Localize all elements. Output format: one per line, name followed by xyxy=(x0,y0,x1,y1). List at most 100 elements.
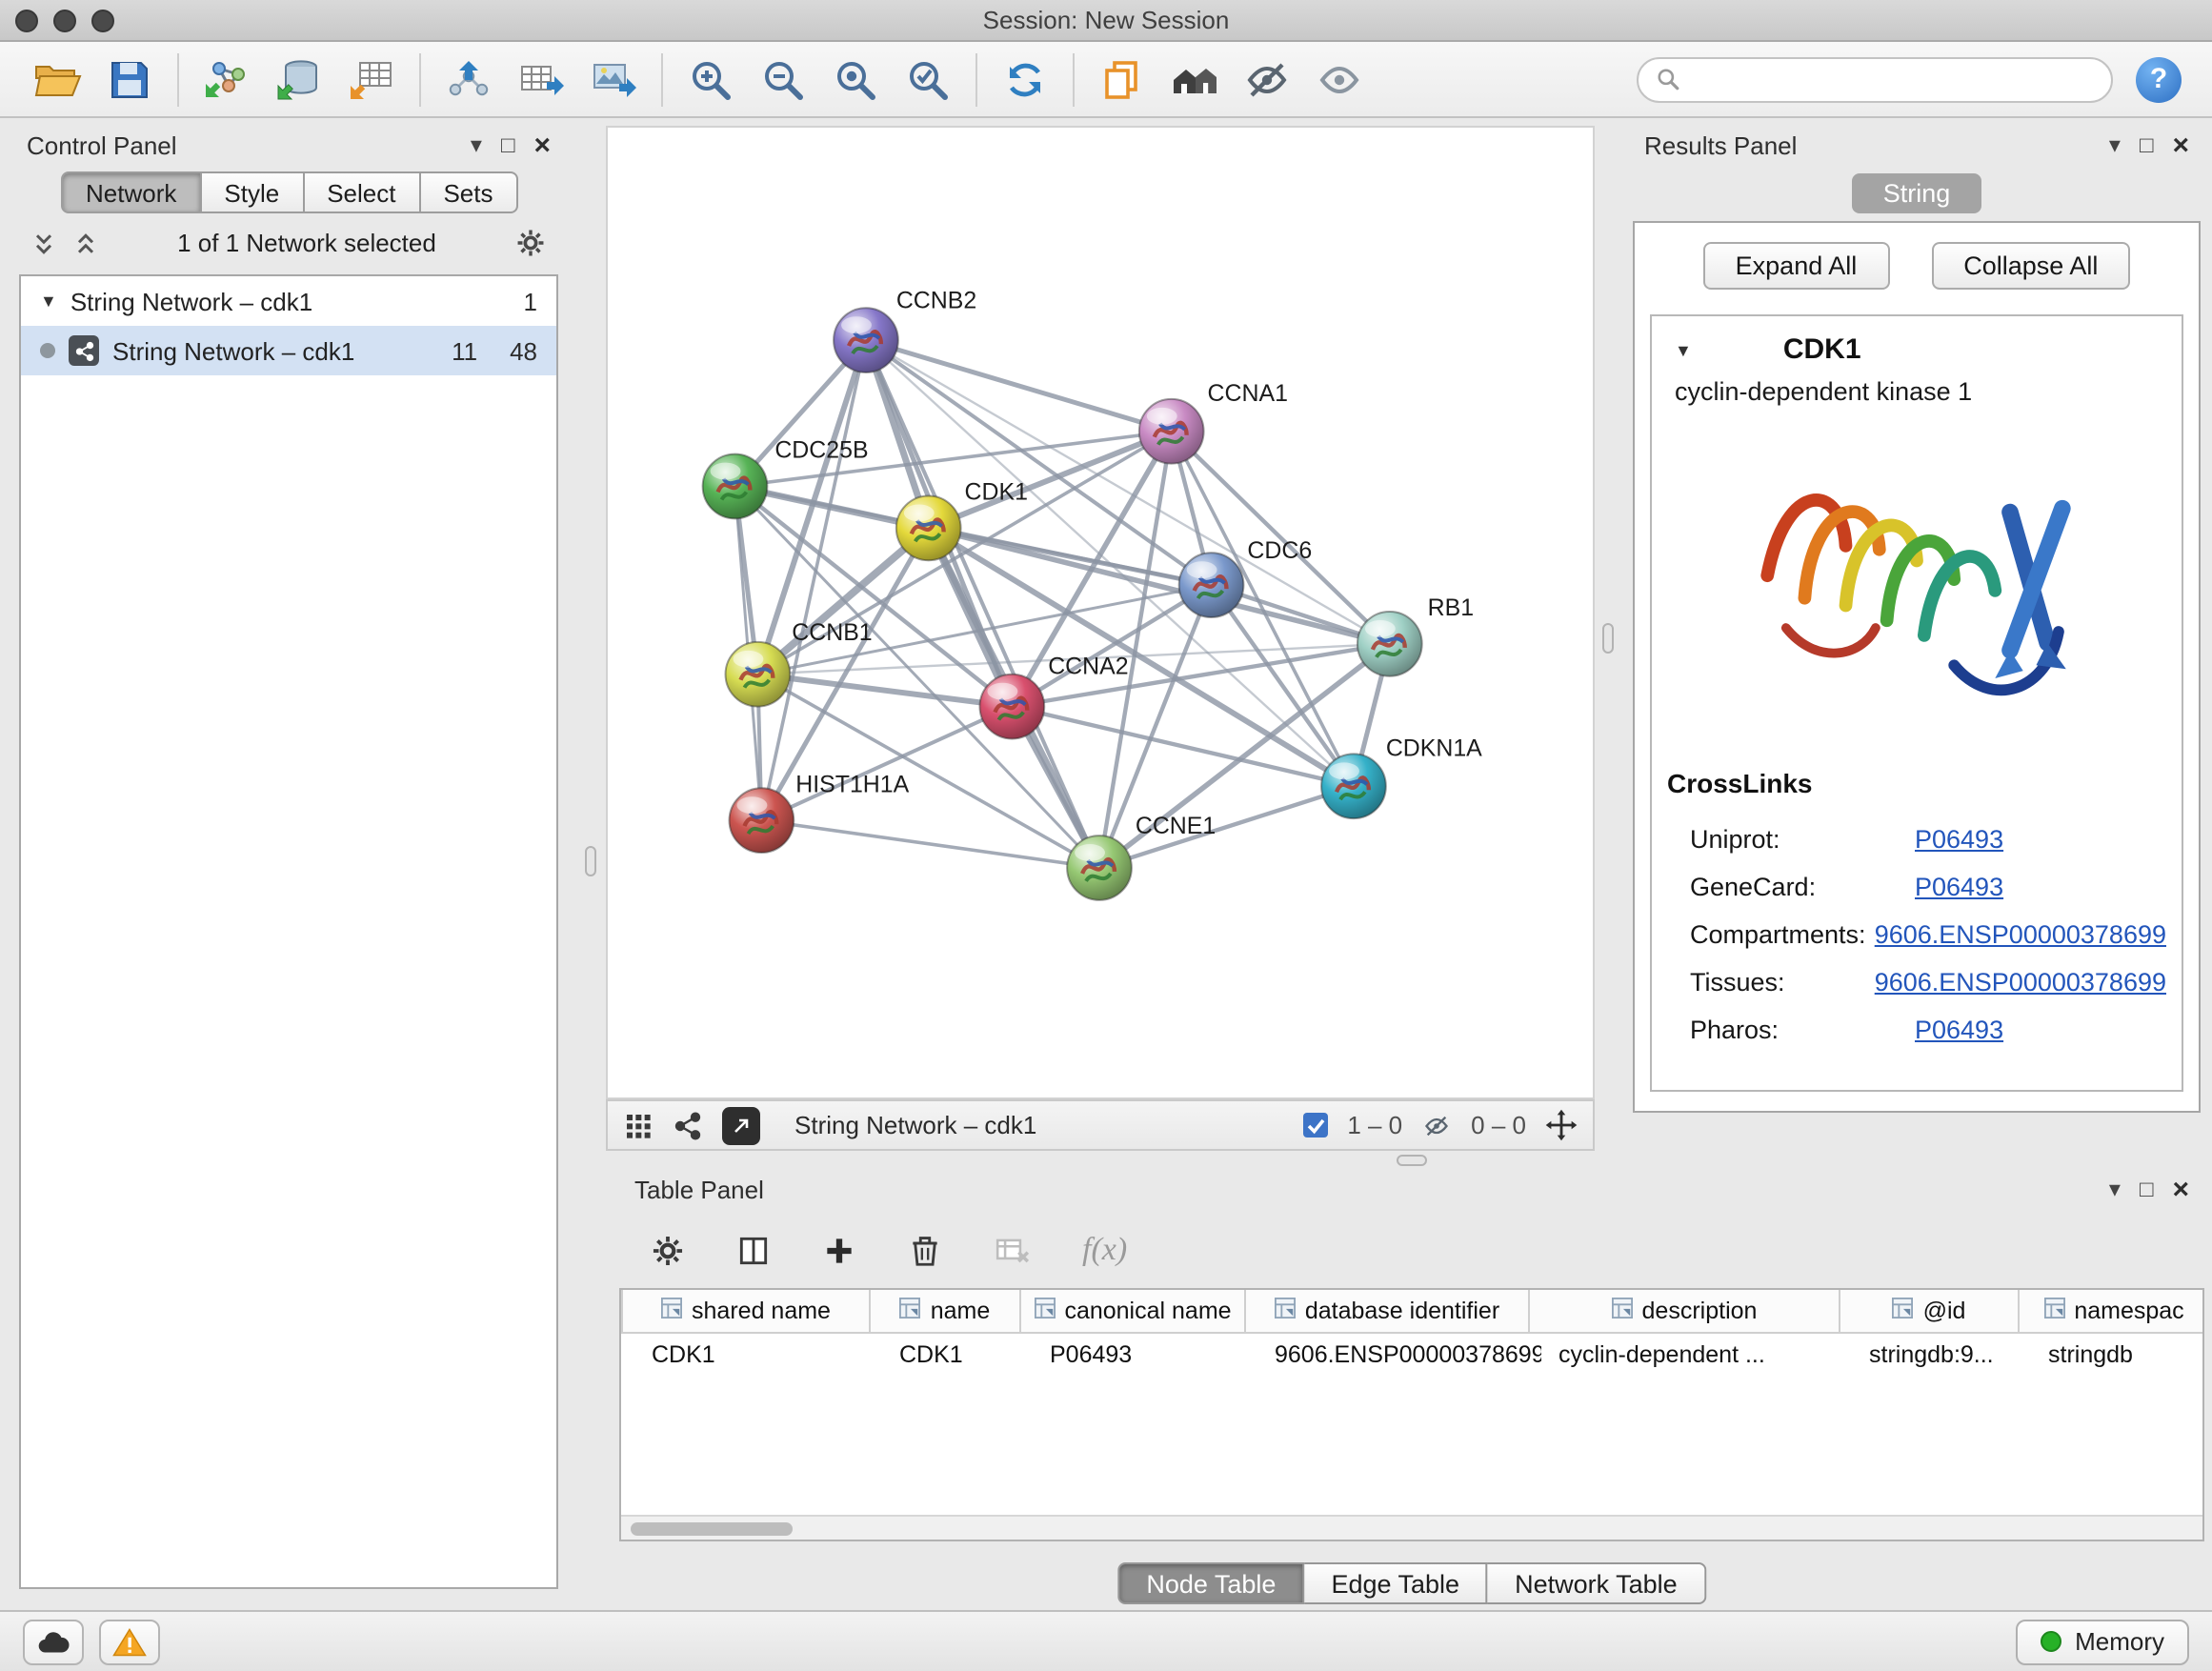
apply-layout-icon[interactable] xyxy=(991,49,1059,110)
tab-select[interactable]: Select xyxy=(304,171,420,213)
selected-checkbox-icon[interactable] xyxy=(1303,1113,1328,1137)
crosslink-link[interactable]: 9606.ENSP00000378699 xyxy=(1875,920,2166,949)
tab-network-table[interactable]: Network Table xyxy=(1488,1562,1706,1604)
home-view-icon[interactable] xyxy=(1160,49,1229,110)
export-image-icon[interactable] xyxy=(579,49,648,110)
network-node-CDKN1A[interactable]: CDKN1A xyxy=(1321,735,1482,818)
memory-label: Memory xyxy=(2075,1627,2164,1656)
column-header[interactable]: description xyxy=(1530,1290,1840,1332)
network-node-CDC25B[interactable]: CDC25B xyxy=(703,437,869,519)
import-table-file-icon[interactable] xyxy=(337,49,406,110)
node-label: HIST1H1A xyxy=(795,771,909,797)
share-network-icon[interactable] xyxy=(673,1110,703,1140)
panel-close-icon[interactable]: × xyxy=(533,131,551,159)
panel-float-icon[interactable]: □ xyxy=(2140,1178,2154,1200)
column-header[interactable]: shared name xyxy=(623,1290,871,1332)
zoom-out-icon[interactable] xyxy=(749,49,817,110)
crosslink-link[interactable]: 9606.ENSP00000378699 xyxy=(1875,968,2166,997)
network-node-RB1[interactable]: RB1 xyxy=(1357,594,1474,676)
function-builder-fx[interactable]: f(x) xyxy=(1082,1231,1127,1269)
show-columns-icon[interactable] xyxy=(735,1232,772,1268)
collapse-all-button[interactable]: Collapse All xyxy=(1931,242,2130,290)
network-node-CCNA1[interactable]: CCNA1 xyxy=(1139,380,1288,464)
table-cell[interactable]: 9606.ENSP00000378699 xyxy=(1257,1334,1541,1376)
table-gear-icon[interactable] xyxy=(650,1232,686,1268)
panel-menu-icon[interactable]: ▾ xyxy=(471,133,482,156)
splitter-handle[interactable] xyxy=(1397,1155,1427,1166)
save-session-button[interactable] xyxy=(95,49,164,110)
table-cell[interactable]: stringdb:9... xyxy=(1852,1334,2031,1376)
export-network-icon[interactable] xyxy=(434,49,503,110)
table-panel-tabs: Node TableEdge TableNetwork Table xyxy=(1117,1562,1705,1604)
delete-column-trash-icon[interactable] xyxy=(907,1232,943,1268)
cloud-button[interactable] xyxy=(23,1619,84,1664)
warnings-button[interactable] xyxy=(99,1619,160,1664)
table-cell[interactable]: CDK1 xyxy=(634,1334,882,1376)
import-network-database-icon[interactable] xyxy=(265,49,333,110)
network-collection-row[interactable]: ▼ String Network – cdk1 1 xyxy=(21,276,556,326)
tab-string[interactable]: String xyxy=(1853,173,1981,213)
panel-close-icon[interactable]: × xyxy=(2172,1175,2189,1203)
zoom-selected-icon[interactable] xyxy=(894,49,962,110)
column-header[interactable]: canonical name xyxy=(1021,1290,1246,1332)
table-cell[interactable]: P06493 xyxy=(1033,1334,1257,1376)
network-canvas[interactable]: CCNB2CCNA1CDC25BCDK1CDC6RB1CCNB1CCNA2CDK… xyxy=(606,126,1595,1099)
gear-icon[interactable] xyxy=(514,227,547,259)
table-row[interactable]: CDK1CDK1P064939606.ENSP00000378699cyclin… xyxy=(621,1334,2202,1376)
network-node-HIST1H1A[interactable]: HIST1H1A xyxy=(730,771,910,853)
network-graph[interactable]: CCNB2CCNA1CDC25BCDK1CDC6RB1CCNB1CCNA2CDK… xyxy=(608,128,1593,1097)
birdseye-grid-icon[interactable] xyxy=(623,1110,654,1140)
scrollbar-thumb[interactable] xyxy=(631,1522,793,1536)
open-session-button[interactable] xyxy=(23,49,91,110)
collapse-all-chevrons-icon[interactable] xyxy=(30,230,57,256)
crosslink-link[interactable]: P06493 xyxy=(1915,1016,2003,1044)
node-table[interactable]: shared namenamecanonical namedatabase id… xyxy=(619,1288,2204,1541)
table-cell[interactable]: CDK1 xyxy=(882,1334,1033,1376)
column-header[interactable]: namespac xyxy=(2020,1290,2204,1332)
horizontal-scrollbar[interactable] xyxy=(621,1515,2202,1540)
panel-float-icon[interactable]: □ xyxy=(2140,133,2154,156)
help-button[interactable]: ? xyxy=(2136,56,2182,102)
add-column-plus-icon[interactable] xyxy=(821,1232,857,1268)
panel-menu-icon[interactable]: ▾ xyxy=(2109,133,2121,156)
tab-node-table[interactable]: Node Table xyxy=(1117,1562,1304,1604)
network-node-CCNB2[interactable]: CCNB2 xyxy=(834,287,976,372)
tab-style[interactable]: Style xyxy=(201,171,304,213)
splitter-handle[interactable] xyxy=(1602,623,1614,654)
crosslink-link[interactable]: P06493 xyxy=(1915,873,2003,901)
memory-button[interactable]: Memory xyxy=(2016,1619,2189,1664)
show-all-eye-icon[interactable] xyxy=(1305,49,1374,110)
panel-close-icon[interactable]: × xyxy=(2172,131,2189,159)
network-row-selected[interactable]: String Network – cdk1 11 48 xyxy=(21,326,556,375)
column-header[interactable]: name xyxy=(871,1290,1021,1332)
panel-float-icon[interactable]: □ xyxy=(501,133,515,156)
crosslink-link[interactable]: P06493 xyxy=(1915,825,2003,854)
table-cell[interactable]: stringdb xyxy=(2031,1334,2204,1376)
expand-all-button[interactable]: Expand All xyxy=(1703,242,1890,290)
tab-network[interactable]: Network xyxy=(61,171,201,213)
annotation-mode-button[interactable] xyxy=(722,1106,760,1144)
export-table-icon[interactable] xyxy=(507,49,575,110)
pan-crosshair-icon[interactable] xyxy=(1545,1109,1578,1141)
column-header[interactable]: database identifier xyxy=(1246,1290,1530,1332)
tree-expanded-caret-icon[interactable]: ▼ xyxy=(40,292,57,311)
splitter-handle[interactable] xyxy=(585,846,596,876)
expand-all-chevrons-icon[interactable] xyxy=(72,230,99,256)
table-cell[interactable]: cyclin-dependent ... xyxy=(1541,1334,1852,1376)
zoom-fit-icon[interactable] xyxy=(821,49,890,110)
column-header[interactable]: @id xyxy=(1840,1290,2020,1332)
search-field[interactable] xyxy=(1637,56,2113,102)
network-edge-count: 48 xyxy=(510,336,537,365)
tab-sets[interactable]: Sets xyxy=(420,171,517,213)
network-node-CCNA2[interactable]: CCNA2 xyxy=(979,654,1128,739)
copy-icon[interactable] xyxy=(1088,49,1156,110)
panel-menu-icon[interactable]: ▾ xyxy=(2109,1178,2121,1200)
column-header-label: @id xyxy=(1923,1298,1966,1324)
tab-edge-table[interactable]: Edge Table xyxy=(1304,1562,1488,1604)
hide-selected-eye-slash-icon[interactable] xyxy=(1233,49,1301,110)
search-input[interactable] xyxy=(1692,65,2094,93)
zoom-in-icon[interactable] xyxy=(676,49,745,110)
hidden-eye-slash-icon[interactable] xyxy=(1421,1112,1452,1138)
card-expanded-caret-icon[interactable]: ▼ xyxy=(1675,340,1692,359)
import-network-file-icon[interactable] xyxy=(192,49,261,110)
